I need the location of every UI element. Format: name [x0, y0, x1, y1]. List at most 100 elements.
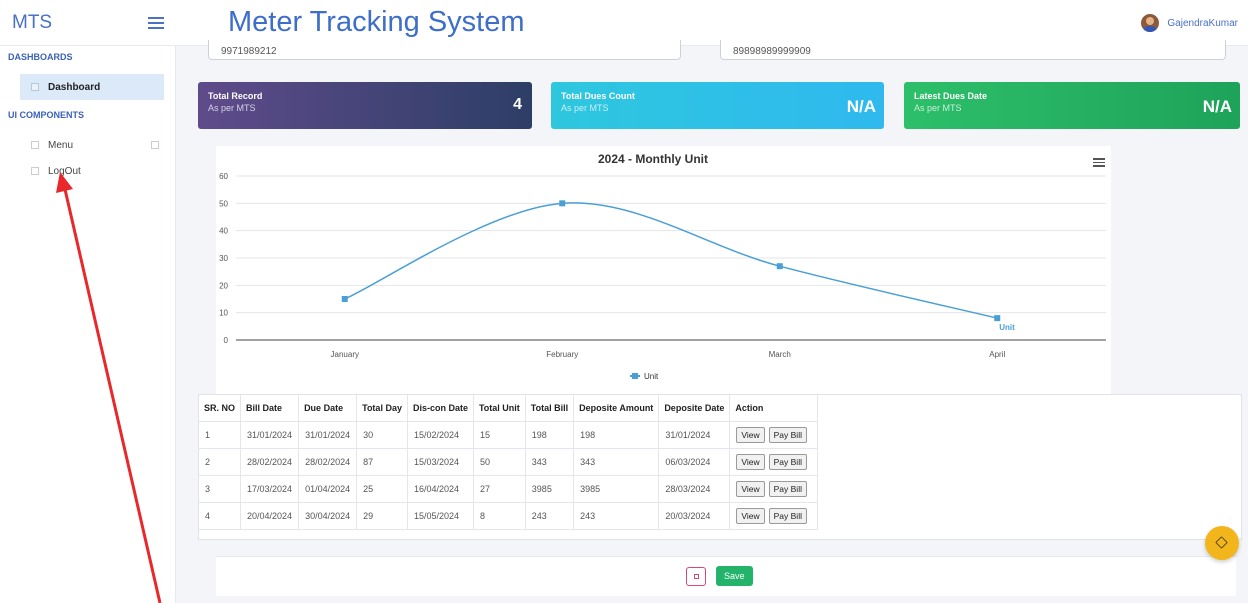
column-header: Total Day [356, 395, 408, 422]
card-title: Total Record [208, 91, 263, 101]
menu-toggle-icon[interactable] [148, 17, 164, 29]
x-tick-label: January [331, 350, 359, 359]
table-cell: 20/03/2024 [658, 502, 731, 530]
bills-table: SR. NO Bill Date Due Date Total Day Dis-con … [199, 395, 818, 530]
floating-action-button[interactable] [1205, 526, 1239, 560]
table-row: 4 20/04/2024 30/04/2024 29 15/05/2024 8 243 243… [199, 502, 818, 530]
table-cell: 28/03/2024 [658, 475, 731, 503]
card-value: N/A [1202, 97, 1232, 116]
view-button[interactable]: View [736, 507, 765, 524]
y-tick-label: 10 [219, 309, 228, 318]
user-menu[interactable]: GajendraKumar [1141, 14, 1238, 32]
table-header: SR. NO Bill Date Due Date Total Day Dis-con … [199, 395, 818, 422]
x-tick-label: March [769, 350, 791, 359]
column-header: Action [729, 395, 818, 422]
column-header: Deposite Date [658, 395, 731, 422]
table-body: 1 31/01/2024 31/01/2024 30 15/02/2024 15 198 19… [199, 421, 818, 530]
reset-button[interactable] [686, 567, 706, 586]
chart-menu-icon[interactable] [1093, 158, 1105, 167]
data-point [559, 200, 566, 207]
avatar[interactable] [1141, 14, 1160, 32]
sidebar-item-logout[interactable]: LogOut [0, 158, 175, 184]
y-tick-label: 30 [219, 254, 228, 263]
table-cell: 3985 [573, 475, 660, 503]
phone-field[interactable]: 9971989212 [208, 40, 681, 60]
column-header: Total Unit [473, 395, 526, 422]
legend-marker [632, 373, 638, 379]
card-subtitle: As per MTS [561, 103, 609, 113]
chart-title: 2024 - Monthly Unit [598, 152, 708, 166]
table-cell: 15/03/2024 [407, 448, 474, 476]
table-cell: 50 [473, 448, 526, 476]
data-point [341, 296, 348, 302]
pay-bill-button[interactable]: Pay Bill [768, 453, 807, 470]
sidebar: DASHBOARDS Dashboard UI COMPONENTS Menu … [0, 46, 176, 603]
card-total-dues-count: Total Dues Count As per MTS N/A [551, 82, 884, 129]
y-tick-label: 40 [219, 227, 228, 236]
username[interactable]: GajendraKumar [1167, 18, 1238, 29]
table-cell: 31/01/2024 [298, 421, 358, 449]
column-header: Total Bill [525, 395, 575, 422]
pay-bill-button[interactable]: Pay Bill [768, 507, 807, 524]
view-button[interactable]: View [736, 426, 765, 443]
table-cell: 27 [473, 475, 526, 503]
action-cell: View Pay Bill [729, 502, 818, 530]
action-cell: View Pay Bill [729, 421, 818, 449]
table-cell: 3985 [525, 475, 575, 503]
view-button[interactable]: View [736, 453, 765, 470]
table-cell: 15 [473, 421, 526, 449]
save-button[interactable]: Save [716, 566, 753, 586]
sidebar-item-menu[interactable]: Menu [0, 132, 175, 158]
table-cell: 25 [356, 475, 408, 503]
sidebar-item-label: Dashboard [48, 81, 101, 93]
table-cell: 243 [573, 502, 660, 530]
meter-number-field[interactable]: 89898989999909 [720, 40, 1226, 60]
pay-bill-button[interactable]: Pay Bill [768, 426, 807, 443]
table-cell: 30 [356, 421, 408, 449]
page-title: Meter Tracking System [228, 6, 525, 38]
view-button[interactable]: View [736, 480, 765, 497]
line-chart: 2024 - Monthly Unit 0 10 20 30 40 50 60 Unit Janu… [219, 152, 1106, 381]
card-value: 4 [513, 96, 522, 113]
y-tick-label: 50 [219, 199, 228, 208]
table-cell: 198 [573, 421, 660, 449]
pay-bill-button[interactable]: Pay Bill [768, 480, 807, 497]
reset-icon [694, 574, 699, 579]
dashboard-icon [31, 83, 39, 91]
card-subtitle: As per MTS [208, 103, 256, 113]
table-cell: 87 [356, 448, 408, 476]
card-value: N/A [846, 97, 876, 116]
card-title: Total Dues Count [561, 91, 635, 101]
card-title: Latest Dues Date [914, 91, 988, 101]
data-point [776, 263, 783, 270]
y-tick-label: 60 [219, 172, 228, 181]
table-cell: 15/05/2024 [407, 502, 474, 530]
logout-icon [31, 167, 39, 175]
form-footer: Save [216, 556, 1236, 596]
action-cell: View Pay Bill [729, 475, 818, 503]
table-cell: 30/04/2024 [298, 502, 358, 530]
expand-icon[interactable] [151, 141, 159, 149]
table-cell: 3 [199, 475, 242, 503]
y-tick-label: 20 [219, 281, 228, 290]
table-cell: 343 [573, 448, 660, 476]
legend-label: Unit [644, 372, 659, 381]
sidebar-item-dashboard[interactable]: Dashboard [20, 74, 164, 100]
table-cell: 1 [199, 421, 242, 449]
table-cell: 243 [525, 502, 575, 530]
table-row: 1 31/01/2024 31/01/2024 30 15/02/2024 15 198 19… [199, 421, 818, 449]
main-content: 9971989212 89898989999909 Total Record A… [188, 40, 1248, 603]
table-cell: 343 [525, 448, 575, 476]
table-cell: 06/03/2024 [658, 448, 731, 476]
menu-icon [31, 141, 39, 149]
app-logo[interactable]: MTS [12, 12, 52, 34]
column-header: Deposite Amount [573, 395, 660, 422]
action-cell: View Pay Bill [729, 448, 818, 476]
sidebar-item-label: Menu [48, 139, 74, 151]
table-cell: 4 [199, 502, 242, 530]
series-line-unit [344, 202, 998, 319]
sidebar-section-ui-components: UI COMPONENTS [8, 110, 85, 120]
sidebar-item-label: LogOut [48, 165, 81, 177]
x-tick-label: February [546, 350, 578, 359]
table-cell: 31/01/2024 [240, 421, 300, 449]
